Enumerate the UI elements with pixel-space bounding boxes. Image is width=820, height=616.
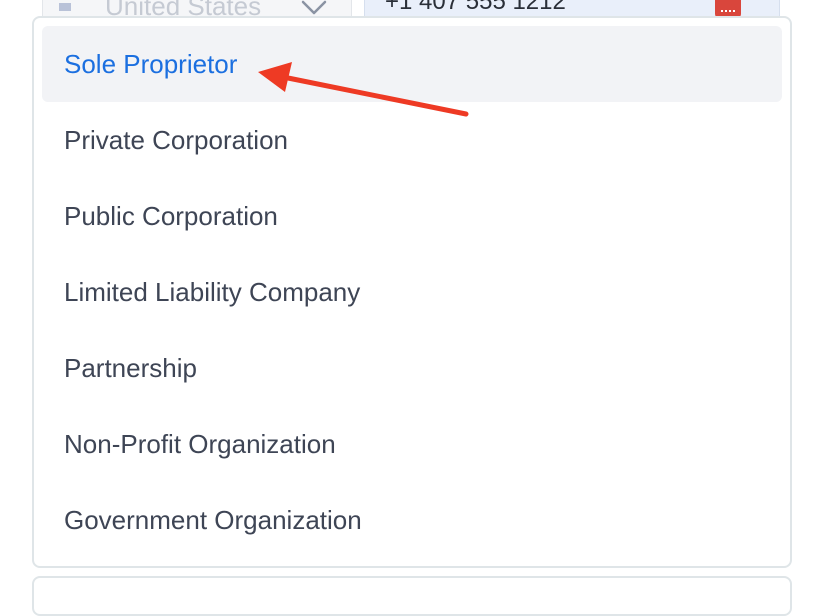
option-sole-proprietor[interactable]: Sole Proprietor — [42, 26, 782, 102]
business-type-dropdown: Sole Proprietor Private Corporation Publ… — [32, 16, 792, 568]
option-private-corporation[interactable]: Private Corporation — [42, 102, 782, 178]
option-public-corporation[interactable]: Public Corporation — [42, 178, 782, 254]
phone-value: +1 407 555 1212 — [385, 0, 566, 15]
option-partnership[interactable]: Partnership — [42, 330, 782, 406]
option-non-profit-organization[interactable]: Non-Profit Organization — [42, 406, 782, 482]
next-form-field[interactable] — [32, 576, 792, 616]
option-limited-liability-company[interactable]: Limited Liability Company — [42, 254, 782, 330]
option-government-organization[interactable]: Government Organization — [42, 482, 782, 558]
